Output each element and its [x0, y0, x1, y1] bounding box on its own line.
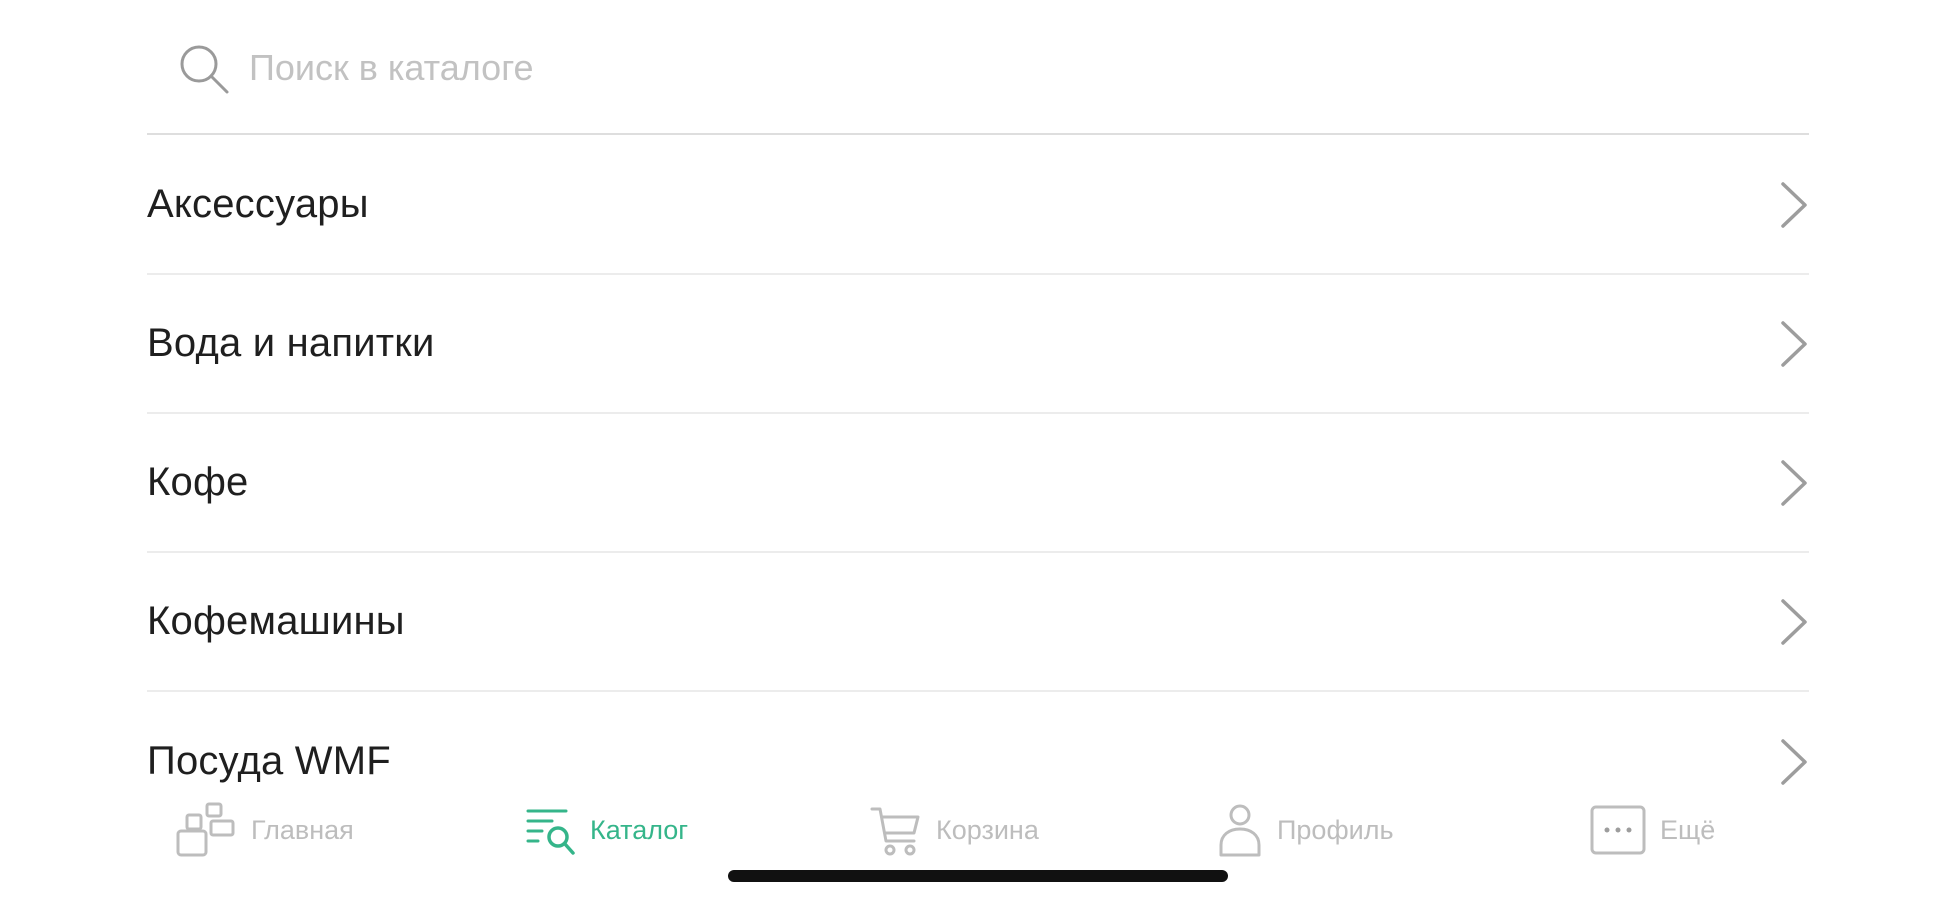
tab-label: Корзина [936, 814, 1039, 845]
category-list: Аксессуары Вода и напитки Кофе Кофемашин… [147, 136, 1809, 831]
catalog-search-icon [526, 809, 575, 855]
tab-catalog[interactable]: Каталог [526, 800, 688, 860]
home-icon [176, 802, 235, 857]
tab-cart[interactable]: Корзина [870, 800, 1039, 860]
search-input[interactable] [249, 40, 1649, 96]
search-icon [180, 45, 229, 94]
tab-profile[interactable]: Профиль [1217, 800, 1394, 860]
category-item-coffee-machines[interactable]: Кофемашины [147, 553, 1809, 692]
more-icon [1590, 805, 1646, 855]
home-indicator[interactable] [728, 870, 1228, 882]
category-item-water-drinks[interactable]: Вода и напитки [147, 275, 1809, 414]
category-label: Кофе [147, 460, 249, 504]
tab-label: Ещё [1660, 814, 1716, 845]
chevron-right-icon [1781, 738, 1807, 785]
chevron-right-icon [1781, 459, 1807, 506]
catalog-screen: Аксессуары Вода и напитки Кофе Кофемашин… [0, 0, 1953, 900]
search-bar[interactable] [147, 0, 1809, 135]
category-label: Посуда WMF [147, 739, 391, 783]
tab-label: Главная [251, 814, 354, 845]
chevron-right-icon [1781, 181, 1807, 228]
category-item-accessories[interactable]: Аксессуары [147, 136, 1809, 275]
profile-icon [1219, 804, 1261, 857]
tab-label: Профиль [1277, 814, 1394, 845]
tab-more[interactable]: Ещё [1590, 800, 1715, 860]
tab-label: Каталог [590, 814, 689, 845]
chevron-right-icon [1781, 320, 1807, 367]
cart-icon [870, 807, 920, 856]
category-label: Вода и напитки [147, 321, 435, 365]
chevron-right-icon [1781, 598, 1807, 645]
bottom-tab-bar: Главная Каталог Корзина Профиль Ещё [0, 790, 1953, 900]
category-label: Кофемашины [147, 599, 405, 643]
category-item-coffee[interactable]: Кофе [147, 414, 1809, 553]
tab-home[interactable]: Главная [175, 800, 354, 860]
category-label: Аксессуары [147, 182, 369, 226]
